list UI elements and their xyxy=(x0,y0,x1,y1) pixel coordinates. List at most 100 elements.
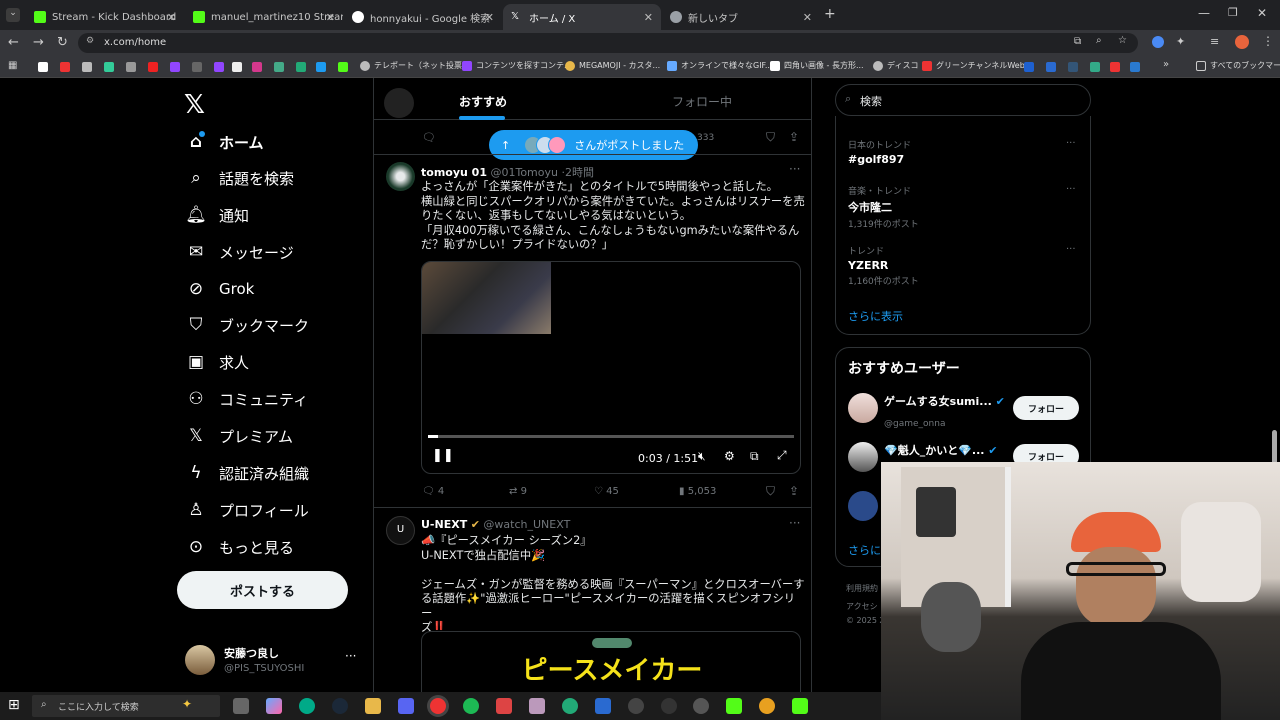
site-info-icon[interactable]: ⚙ xyxy=(86,36,94,46)
nav-messages[interactable]: ✉ メッセージ xyxy=(185,237,294,267)
explorer-icon[interactable] xyxy=(365,698,381,714)
picture-in-picture-icon[interactable]: ⧉ xyxy=(750,449,759,464)
bookmark-x-icon[interactable] xyxy=(38,62,48,72)
tweet-handle[interactable]: @01Tomoyu xyxy=(490,166,558,179)
like-action[interactable]: ♡ 45 xyxy=(594,486,619,497)
footer-accessibility[interactable]: アクセシ xyxy=(846,601,878,612)
close-icon[interactable]: ✕ xyxy=(485,11,494,24)
url-input[interactable]: ⚙ x.com/home ⧉ ⌕ ☆ xyxy=(78,33,1138,53)
new-tab-plus-icon[interactable]: + xyxy=(824,6,836,22)
video-progress-bar[interactable] xyxy=(428,435,794,438)
more-dots-icon[interactable]: ··· xyxy=(345,649,356,663)
avatar[interactable] xyxy=(848,442,878,472)
tab-kick-stream[interactable]: manuel_martinez10 Stream - W✕ xyxy=(185,4,343,30)
obs-icon[interactable] xyxy=(661,698,677,714)
close-icon[interactable]: ✕ xyxy=(326,11,335,24)
lips-app-icon[interactable] xyxy=(496,698,512,714)
suggest-user[interactable]: ゲームする女sumi... ✔ xyxy=(884,393,1005,409)
all-bookmarks[interactable]: すべてのブックマーク xyxy=(1196,60,1280,71)
avatar[interactable] xyxy=(848,491,878,521)
follow-button[interactable]: フォロー xyxy=(1013,396,1079,420)
menu-dots-icon[interactable]: ⋮ xyxy=(1262,34,1274,48)
bookmark-contents[interactable]: コンテンツを探すコンテ... xyxy=(462,60,572,71)
forward-icon[interactable]: → xyxy=(33,35,44,50)
star-icon[interactable]: ☆ xyxy=(1118,35,1127,46)
reload-icon[interactable]: ↻ xyxy=(57,35,68,50)
trend-more-icon[interactable]: ··· xyxy=(1066,244,1076,255)
bookmark-square-image[interactable]: 四角い画像 - 長方形... xyxy=(770,60,864,71)
bookmark-megamoji[interactable]: MEGAMOJI - カスタ... xyxy=(565,60,660,71)
tab-following[interactable]: フォロー中 xyxy=(672,93,732,110)
bookmark-blue-icon[interactable] xyxy=(1024,62,1034,72)
footer-terms[interactable]: 利用規約 xyxy=(846,583,878,594)
share-icon[interactable]: ⇪ xyxy=(789,484,799,498)
nav-communities[interactable]: ⚇ コミュニティ xyxy=(185,384,308,414)
bookmark-gray2-icon[interactable] xyxy=(192,62,202,72)
bookmark-teal-icon[interactable] xyxy=(274,62,284,72)
app-icon[interactable] xyxy=(529,698,545,714)
post-button[interactable]: ポストする xyxy=(177,571,348,609)
extension-icon[interactable] xyxy=(1152,36,1164,48)
bookmark-bluesky-icon[interactable] xyxy=(316,62,326,72)
bookmark-disco[interactable]: ディスコ xyxy=(873,60,918,71)
tweet-handle[interactable]: @watch_UNEXT xyxy=(483,518,570,531)
bookmark-gray-icon[interactable] xyxy=(126,62,136,72)
trend-item[interactable]: 日本のトレンド #golf897 xyxy=(848,138,911,166)
coin-app-icon[interactable] xyxy=(759,698,775,714)
bookmark-amazon-icon[interactable] xyxy=(232,62,242,72)
bookmark-dark-icon[interactable] xyxy=(1068,62,1078,72)
nav-verified-orgs[interactable]: ϟ 認証済み組織 xyxy=(185,458,309,488)
video-player[interactable]: ❚❚ 0:03 / 1:51 🔇︎ ⚙ ⧉ ⤢ xyxy=(421,261,801,474)
nav-home[interactable]: ⌂ ホーム xyxy=(185,127,264,157)
kick2-icon[interactable] xyxy=(792,698,808,714)
bookmark-red2-icon[interactable] xyxy=(1110,62,1120,72)
bookmark-twitch-icon[interactable] xyxy=(170,62,180,72)
reading-list-icon[interactable]: ≡ xyxy=(1210,35,1219,48)
bookmark-youtube-icon[interactable] xyxy=(148,62,158,72)
discord-icon[interactable] xyxy=(398,698,414,714)
xbox-icon[interactable] xyxy=(562,698,578,714)
tab-google-search[interactable]: honnyakui - Google 検索 ✕ xyxy=(344,4,502,30)
repost-action[interactable]: ⇄ 9 xyxy=(509,486,527,497)
copilot-icon[interactable] xyxy=(266,698,282,714)
nav-grok[interactable]: ⊘ Grok xyxy=(185,274,254,304)
nav-jobs[interactable]: ▣ 求人 xyxy=(185,347,249,377)
avatar[interactable] xyxy=(848,393,878,423)
bookmark-icon[interactable]: ⛉ xyxy=(766,130,775,145)
trend-more-icon[interactable]: ··· xyxy=(1066,138,1076,149)
nav-bookmarks[interactable]: ⛉ ブックマーク xyxy=(185,310,309,340)
bookmark-twitch2-icon[interactable] xyxy=(214,62,224,72)
window-close-icon[interactable]: ✕ xyxy=(1257,6,1267,20)
bookmark-red-icon[interactable] xyxy=(60,62,70,72)
restore-icon[interactable]: ❐ xyxy=(1228,6,1238,19)
kick-icon[interactable] xyxy=(726,698,742,714)
reply-action[interactable]: 🗨︎ 4 xyxy=(422,486,444,497)
cast-icon[interactable]: ⧉ xyxy=(1074,36,1081,47)
chrome-icon[interactable] xyxy=(430,698,446,714)
bookmark-green2-icon[interactable] xyxy=(296,62,306,72)
tweet-avatar[interactable] xyxy=(386,162,415,191)
tweet-author[interactable]: tomoyu 01 xyxy=(421,166,487,179)
windows-start-icon[interactable]: ⊞ xyxy=(8,697,20,713)
tab-recommended[interactable]: おすすめ xyxy=(459,93,507,110)
bookmark-green-channel[interactable]: グリーンチャンネルWeb... xyxy=(922,60,1032,71)
apps-grid-icon[interactable]: ▦ xyxy=(8,60,17,71)
search-input[interactable]: ⌕ 検索 xyxy=(835,84,1091,116)
record-icon[interactable] xyxy=(693,698,709,714)
bookmark-green-icon[interactable] xyxy=(104,62,114,72)
nav-notifications[interactable]: 🔔︎ 通知 xyxy=(185,200,249,230)
close-icon[interactable]: ✕ xyxy=(644,11,653,24)
bookmark-icon[interactable]: ⛉ xyxy=(766,484,775,499)
zoom-icon[interactable]: ⌕ xyxy=(1096,35,1102,46)
close-icon[interactable]: ✕ xyxy=(167,11,176,24)
edge-icon[interactable] xyxy=(299,698,315,714)
tweet-avatar[interactable]: U xyxy=(386,516,415,545)
steam-icon[interactable] xyxy=(332,698,348,714)
account-switcher[interactable]: 安藤つ良し @PIS_TSUYOSHI ··· xyxy=(185,643,365,679)
profile-avatar-icon[interactable] xyxy=(1235,35,1249,49)
bookmark-blue2-icon[interactable] xyxy=(1046,62,1056,72)
show-more-link[interactable]: さらに表示 xyxy=(848,308,903,324)
views-action[interactable]: ▮ 5,053 xyxy=(679,486,716,497)
bookmark-instagram-icon[interactable] xyxy=(252,62,262,72)
tweet-media[interactable]: ピースメイカー xyxy=(421,631,801,692)
